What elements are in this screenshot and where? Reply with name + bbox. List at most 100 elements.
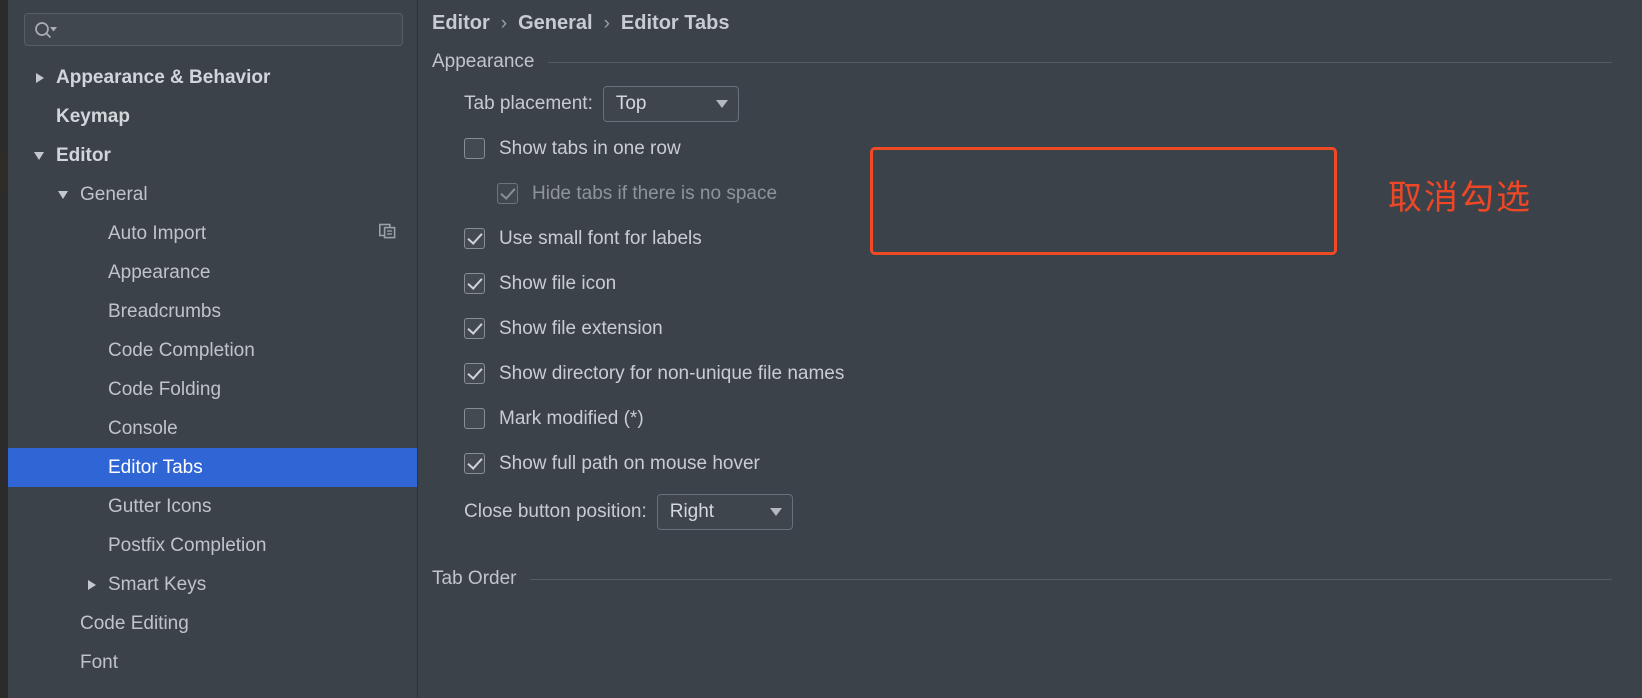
sidebar-item-label: Font — [80, 651, 119, 673]
window-left-edge — [0, 0, 8, 698]
checkbox-row-show-full-path-on-mouse-hover[interactable]: Show full path on mouse hover — [464, 441, 1642, 486]
breadcrumb-item-general[interactable]: General — [518, 12, 592, 35]
checkbox-row-show-directory-for-non-unique-file-names[interactable]: Show directory for non-unique file names — [464, 351, 1642, 396]
sidebar-item-label: Breadcrumbs — [108, 300, 221, 322]
sidebar-item-editor-tabs[interactable]: Editor Tabs — [8, 448, 417, 487]
section-header-tab-order: Tab Order — [418, 538, 1642, 590]
close-button-position-label: Close button position: — [464, 501, 647, 522]
breadcrumb-separator-icon: › — [603, 12, 610, 34]
chevron-down-icon — [769, 508, 782, 516]
sidebar-item-label: Editor — [56, 144, 111, 166]
section-title: Appearance — [432, 51, 535, 72]
checkbox-label: Use small font for labels — [499, 227, 702, 249]
chevron-down-icon[interactable] — [58, 188, 72, 202]
sidebar-item-label: Gutter Icons — [108, 495, 212, 517]
sidebar-item-label: Appearance — [108, 261, 211, 283]
copy-icon[interactable] — [379, 222, 397, 246]
sidebar-item-general[interactable]: General — [8, 175, 417, 214]
sidebar-item-font[interactable]: Font — [8, 643, 417, 682]
sidebar-item-label: Keymap — [56, 105, 130, 127]
sidebar-item-postfix-completion[interactable]: Postfix Completion — [8, 526, 417, 565]
sidebar-item-auto-import[interactable]: Auto Import — [8, 214, 417, 253]
checkbox-row-mark-modified[interactable]: Mark modified (*) — [464, 396, 1642, 441]
checkbox-row-show-file-extension[interactable]: Show file extension — [464, 306, 1642, 351]
breadcrumb: Editor › General › Editor Tabs — [418, 0, 1642, 35]
sidebar-item-label: General — [80, 183, 148, 205]
search-icon — [33, 21, 59, 39]
sidebar-item-appearance[interactable]: Appearance — [8, 253, 417, 292]
breadcrumb-item-editor[interactable]: Editor — [432, 12, 490, 35]
checkbox-checked-icon[interactable] — [497, 183, 518, 204]
section-divider — [548, 61, 1612, 63]
settings-content-panel: Editor › General › Editor Tabs Appearanc… — [418, 0, 1642, 698]
checkbox-row-show-file-icon[interactable]: Show file icon — [464, 261, 1642, 306]
settings-tree: Appearance & Behavior Keymap Editor General… — [8, 58, 417, 682]
sidebar-item-label: Appearance & Behavior — [56, 66, 271, 88]
checkbox-label: Show directory for non-unique file names — [499, 362, 845, 384]
sidebar-item-label: Code Completion — [108, 339, 255, 361]
close-button-position-select[interactable]: Right — [656, 494, 793, 530]
section-divider — [530, 578, 1612, 580]
sidebar-item-code-folding[interactable]: Code Folding — [8, 370, 417, 409]
settings-sidebar: Appearance & Behavior Keymap Editor General… — [8, 0, 418, 698]
checkbox-label: Mark modified (*) — [499, 407, 644, 429]
chevron-right-icon[interactable] — [34, 71, 48, 85]
sidebar-item-label: Postfix Completion — [108, 534, 267, 556]
breadcrumb-item-editor-tabs: Editor Tabs — [620, 12, 730, 34]
tab-placement-select[interactable]: Top — [602, 85, 739, 122]
tab-placement-label: Tab placement: — [464, 92, 593, 114]
appearance-form: Tab placement: Top Show tabs in one row H… — [418, 73, 1642, 538]
sidebar-item-console[interactable]: Console — [8, 409, 417, 448]
checkbox-checked-icon[interactable] — [464, 273, 485, 294]
tab-placement-value: Top — [615, 92, 647, 114]
sidebar-item-keymap[interactable]: Keymap — [8, 97, 417, 136]
sidebar-item-label: Editor Tabs — [108, 456, 203, 478]
checkbox-checked-icon[interactable] — [464, 363, 485, 384]
checkbox-label: Show file extension — [499, 317, 663, 339]
checkbox-label: Hide tabs if there is no space — [532, 182, 778, 204]
annotation-text: 取消勾选 — [1388, 178, 1532, 218]
breadcrumb-separator-icon: › — [500, 12, 508, 34]
checkbox-unchecked-icon[interactable] — [464, 138, 485, 159]
sidebar-item-label: Console — [108, 417, 178, 439]
sidebar-item-editor[interactable]: Editor — [8, 136, 417, 175]
section-header-appearance: Appearance — [418, 35, 1642, 73]
close-button-position-row: Close button position: Right — [464, 486, 1642, 538]
sidebar-item-appearance-behavior[interactable]: Appearance & Behavior — [8, 58, 417, 97]
sidebar-item-code-editing[interactable]: Code Editing — [8, 604, 417, 643]
tab-placement-row: Tab placement: Top — [464, 81, 1642, 126]
sidebar-item-label: Smart Keys — [108, 573, 207, 595]
sidebar-search-wrap — [8, 0, 417, 46]
checkbox-checked-icon[interactable] — [464, 453, 485, 474]
sidebar-item-label: Code Editing — [80, 612, 189, 634]
sidebar-item-code-completion[interactable]: Code Completion — [8, 331, 417, 370]
checkbox-checked-icon[interactable] — [464, 228, 485, 249]
checkbox-unchecked-icon[interactable] — [464, 408, 485, 429]
sidebar-item-gutter-icons[interactable]: Gutter Icons — [8, 487, 417, 526]
checkbox-row-use-small-font-for-labels[interactable]: Use small font for labels — [464, 216, 1642, 261]
checkbox-label: Show file icon — [499, 272, 617, 294]
checkbox-label: Show tabs in one row — [499, 137, 681, 159]
checkbox-row-show-tabs-in-one-row[interactable]: Show tabs in one row — [464, 126, 1642, 171]
sidebar-item-smart-keys[interactable]: Smart Keys — [8, 565, 417, 604]
close-button-position-value: Right — [669, 501, 715, 522]
chevron-right-icon[interactable] — [86, 578, 100, 592]
section-title: Tab Order — [432, 568, 517, 589]
settings-window: Appearance & Behavior Keymap Editor General… — [0, 0, 1642, 698]
sidebar-item-breadcrumbs[interactable]: Breadcrumbs — [8, 292, 417, 331]
chevron-down-icon — [715, 99, 728, 108]
checkbox-checked-icon[interactable] — [464, 318, 485, 339]
window-edge-accent — [0, 150, 8, 190]
chevron-down-icon[interactable] — [34, 149, 48, 163]
search-box[interactable] — [24, 13, 403, 46]
